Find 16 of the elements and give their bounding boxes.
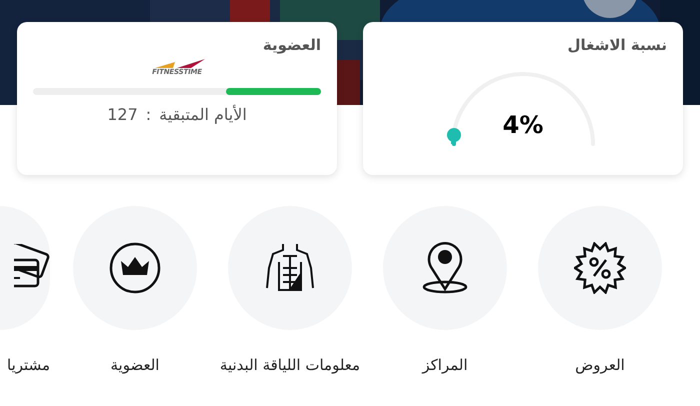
shortcut-label[interactable]: معلومات اللياقة البدنية xyxy=(220,354,360,376)
crown-icon xyxy=(108,241,162,295)
shortcut-label[interactable]: المراكز xyxy=(422,354,468,376)
card-title: العضوية xyxy=(262,35,321,56)
shortcut-label[interactable]: العروض xyxy=(575,354,625,376)
occupancy-value: 4% xyxy=(502,110,544,140)
shortcut-label[interactable]: مشتريا xyxy=(7,354,50,376)
remaining-days: 127 xyxy=(107,102,138,126)
location-pin-icon xyxy=(421,241,469,295)
torso-icon xyxy=(265,242,315,294)
separator: : xyxy=(146,104,152,126)
card-title: نسبة الاشغال xyxy=(567,35,667,56)
remaining-label: الأيام المتبقية xyxy=(159,104,247,126)
gauge-pointer xyxy=(446,126,462,147)
discount-badge-icon xyxy=(574,242,626,294)
shortcut-label[interactable]: العضوية xyxy=(110,354,160,376)
